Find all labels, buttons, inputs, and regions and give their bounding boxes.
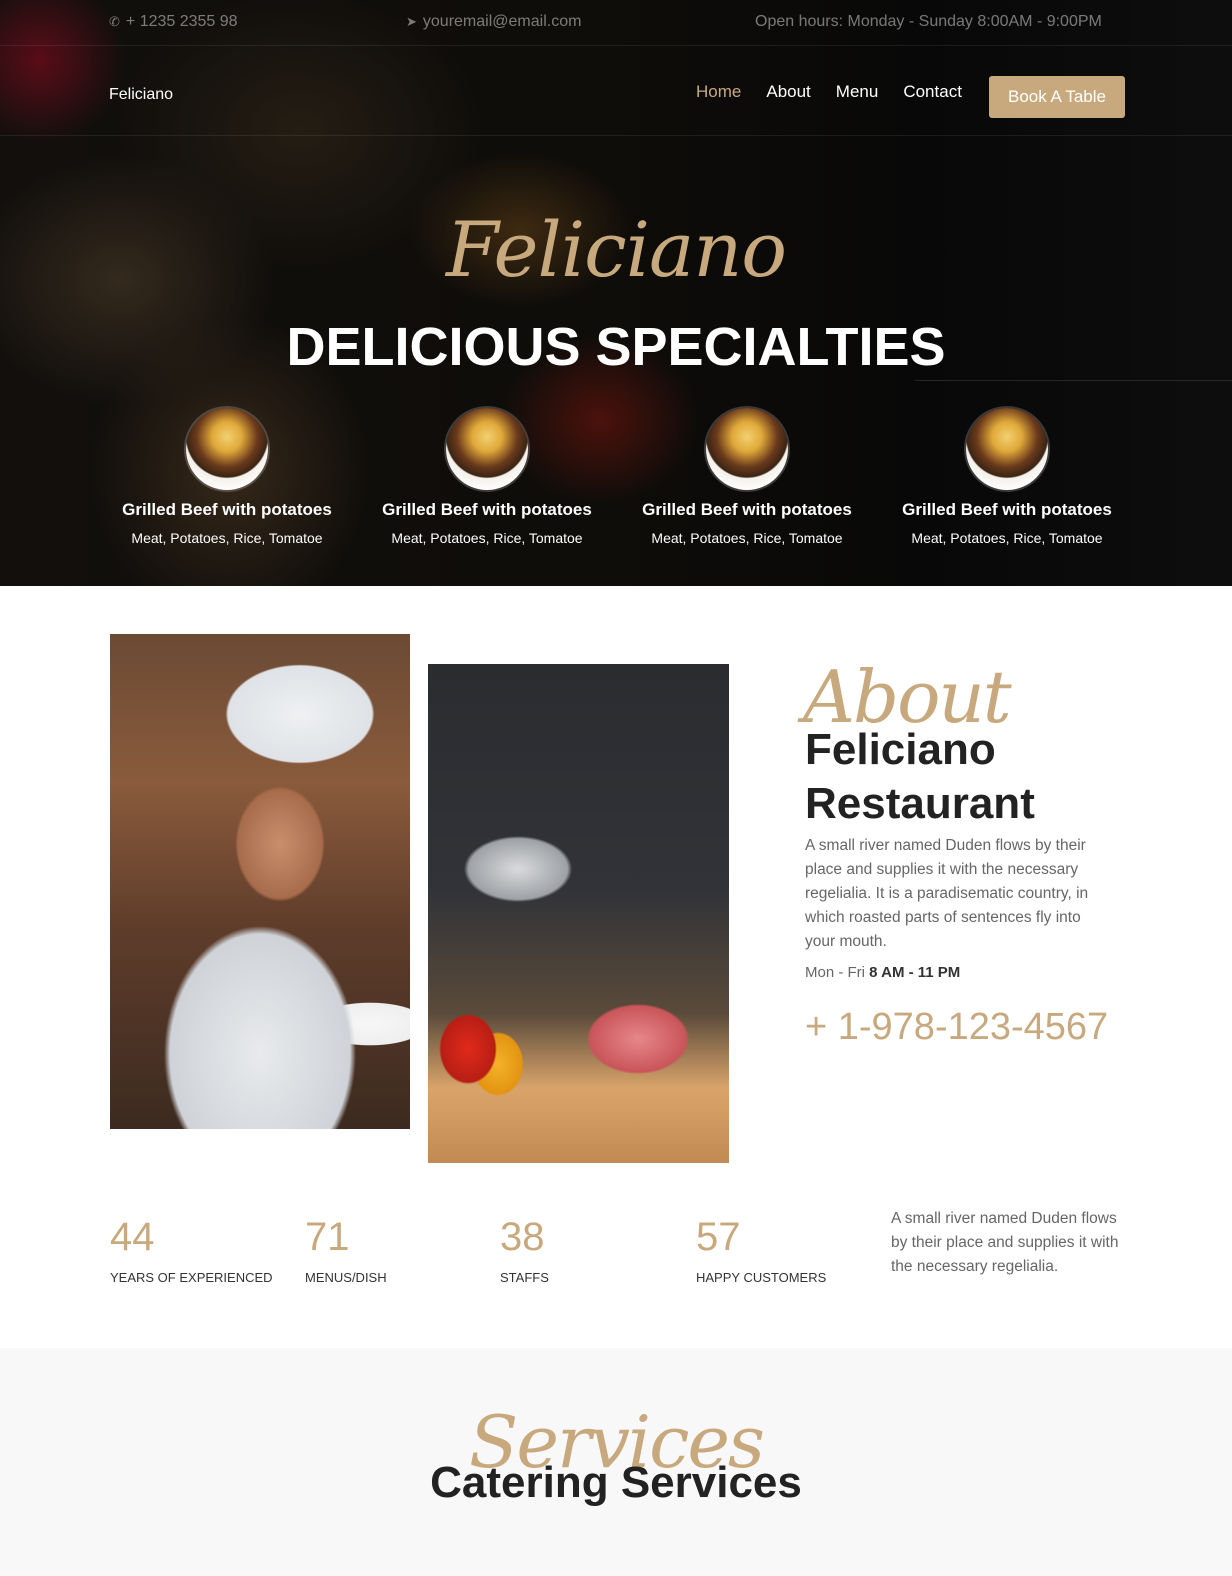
dish-card[interactable]: Grilled Beef with potatoes Meat, Potatoe… [97, 408, 357, 546]
stat-label: HAPPY CUSTOMERS [696, 1270, 827, 1285]
stat-number: 71 [305, 1215, 350, 1259]
stat-item: 57 HAPPY CUSTOMERS [696, 1215, 826, 1285]
stats-description: A small river named Duden flows by their… [891, 1210, 1119, 1275]
topbar-phone[interactable]: ✆ + 1235 2355 98 [109, 13, 238, 31]
stat-number: 57 [696, 1215, 741, 1259]
nav-link-home[interactable]: Home [696, 82, 741, 102]
opening-hours: Mon - Fri 8 AM - 11 PM [805, 964, 960, 981]
book-a-table-button[interactable]: Book A Table [989, 76, 1125, 118]
nav-links: Home About Menu Contact [696, 82, 987, 102]
dish-image [446, 408, 528, 490]
dish-image [706, 408, 788, 490]
dish-ingredients: Meat, Potatoes, Rice, Tomatoe [391, 530, 583, 546]
cooking-photo [428, 664, 729, 1163]
about-title-line2: Restaurant [805, 779, 1035, 828]
dish-card[interactable]: Grilled Beef with potatoes Meat, Potatoe… [617, 408, 877, 546]
stat-label: STAFFS [500, 1270, 549, 1285]
stat-label: MENUS/DISH [305, 1270, 387, 1285]
opening-hours-days: Mon - Fri [805, 964, 865, 981]
dish-ingredients: Meat, Potatoes, Rice, Tomatoe [131, 530, 323, 546]
stat-number: 44 [110, 1215, 155, 1259]
services-section: Services Catering Services [0, 1348, 1232, 1576]
nav-link-contact[interactable]: Contact [903, 82, 962, 102]
stat-number: 38 [500, 1215, 545, 1259]
topbar-hours-text: Open hours: Monday - Sunday 8:00AM - 9:0… [755, 13, 1102, 30]
hero-section: ✆ + 1235 2355 98 ➤ youremail@email.com O… [0, 0, 1232, 586]
dish-name: Grilled Beef with potatoes [382, 500, 592, 519]
dish-card[interactable]: Grilled Beef with potatoes Meat, Potatoe… [877, 408, 1137, 546]
topbar-phone-text: + 1235 2355 98 [125, 13, 238, 30]
dish-card[interactable]: Grilled Beef with potatoes Meat, Potatoe… [357, 408, 617, 546]
dish-ingredients: Meat, Potatoes, Rice, Tomatoe [651, 530, 843, 546]
dish-ingredients: Meat, Potatoes, Rice, Tomatoe [911, 530, 1103, 546]
divider [915, 380, 1232, 381]
about-title-line1: Feliciano [805, 725, 996, 774]
about-description: A small river named Duden flows by their… [805, 837, 1089, 950]
brand-logo[interactable]: Feliciano [109, 86, 173, 104]
hero-script-title: Feliciano [445, 205, 787, 294]
paper-plane-icon: ➤ [406, 14, 417, 29]
top-info-bar: ✆ + 1235 2355 98 ➤ youremail@email.com O… [0, 0, 1232, 46]
services-title: Catering Services [430, 1458, 802, 1507]
nav-link-about[interactable]: About [766, 82, 810, 102]
phone-icon: ✆ [109, 14, 120, 29]
about-phone[interactable]: + 1-978-123-4567 [805, 1006, 1108, 1049]
nav-link-menu[interactable]: Menu [836, 82, 879, 102]
dish-name: Grilled Beef with potatoes [902, 500, 1112, 519]
stat-label: YEARS OF EXPERIENCED [110, 1270, 273, 1285]
topbar-email-text: youremail@email.com [422, 13, 582, 30]
dish-image [186, 408, 268, 490]
stat-item: 38 STAFFS [500, 1215, 549, 1285]
dish-name: Grilled Beef with potatoes [122, 500, 332, 519]
topbar-email[interactable]: ➤ youremail@email.com [406, 13, 581, 31]
topbar-hours: Open hours: Monday - Sunday 8:00AM - 9:0… [755, 13, 1102, 31]
opening-hours-time: 8 AM - 11 PM [869, 964, 961, 981]
dish-image [966, 408, 1048, 490]
main-navbar: Feliciano Home About Menu Contact Book A… [0, 46, 1232, 136]
chef-photo [110, 634, 410, 1129]
stat-item: 44 YEARS OF EXPERIENCED [110, 1215, 273, 1285]
stat-item: 71 MENUS/DISH [305, 1215, 387, 1285]
dish-name: Grilled Beef with potatoes [642, 500, 852, 519]
hero-title: DELICIOUS SPECIALTIES [286, 317, 946, 377]
about-title: Feliciano Restaurant [805, 723, 1145, 831]
